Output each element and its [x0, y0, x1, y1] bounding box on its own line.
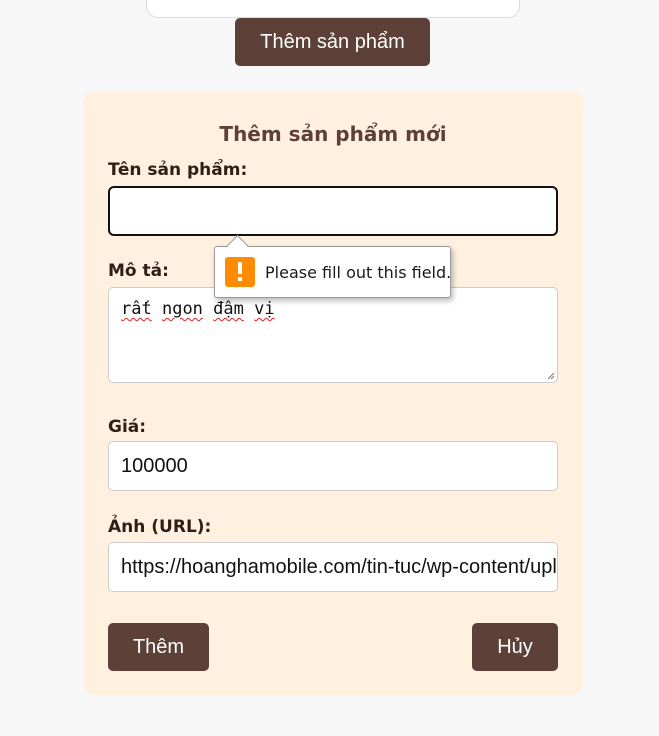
price-label: Giá:: [108, 417, 147, 437]
previous-card: [146, 0, 520, 18]
resize-grip-icon[interactable]: [547, 372, 555, 380]
submit-button[interactable]: Thêm: [108, 623, 209, 671]
add-product-button[interactable]: Thêm sản phẩm: [235, 18, 430, 66]
description-word: đậm: [213, 299, 244, 319]
description-textarea[interactable]: rất ngon đậm vị: [108, 287, 558, 383]
product-name-input[interactable]: [108, 186, 558, 236]
form-title: Thêm sản phẩm mới: [219, 122, 447, 146]
description-word: ngon: [161, 299, 203, 319]
image-url-value: https://hoanghamobile.com/tin-tuc/wp-con…: [121, 555, 558, 578]
warning-icon: [225, 257, 255, 287]
description-word: vị: [254, 299, 275, 319]
product-name-label: Tên sản phẩm:: [108, 160, 248, 180]
description-label: Mô tả:: [108, 261, 169, 281]
description-word: rất: [121, 299, 152, 319]
cancel-button[interactable]: Hủy: [472, 623, 558, 671]
image-url-input[interactable]: https://hoanghamobile.com/tin-tuc/wp-con…: [108, 542, 558, 592]
image-url-label: Ảnh (URL):: [108, 517, 212, 537]
tooltip-message: Please fill out this field.: [265, 262, 452, 282]
validation-tooltip: Please fill out this field.: [214, 234, 452, 298]
add-product-form: Thêm sản phẩm mới Tên sản phẩm: Mô tả: r…: [83, 91, 583, 695]
price-input[interactable]: [108, 441, 558, 491]
